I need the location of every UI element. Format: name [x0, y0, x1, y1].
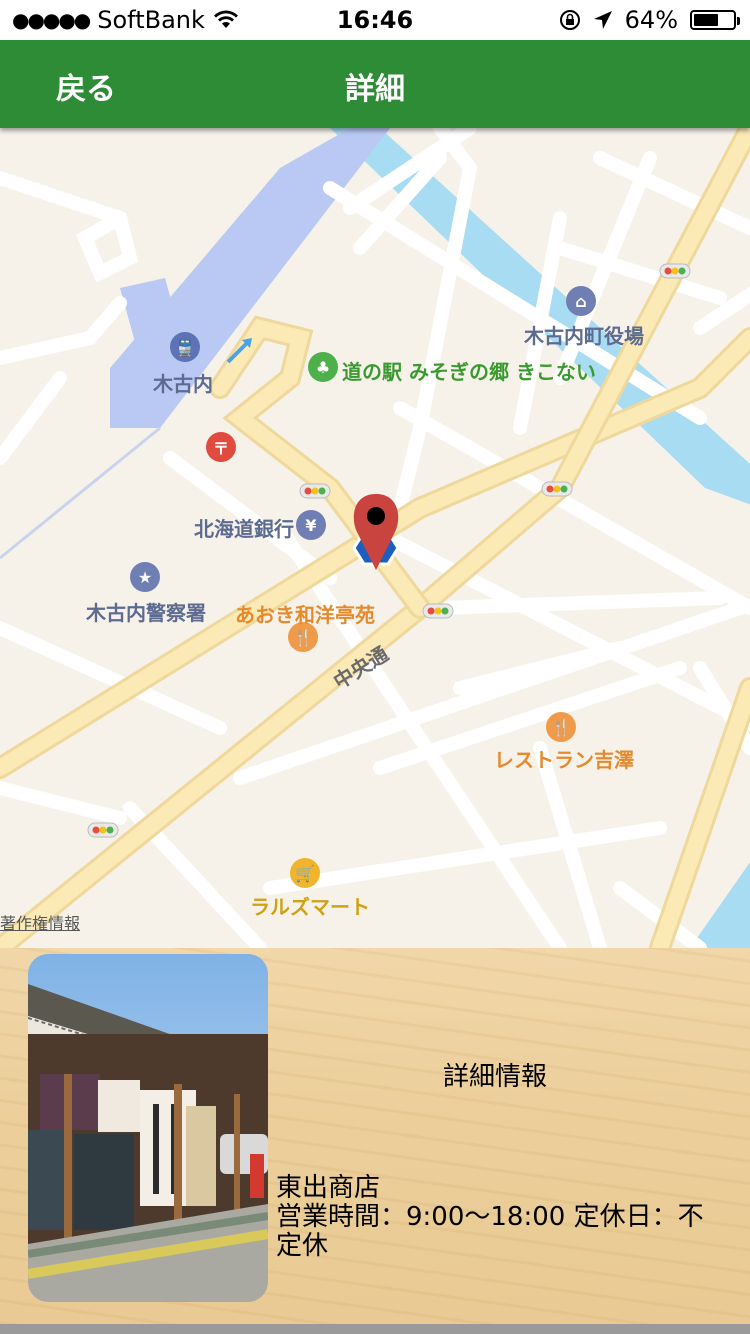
- nav-title: 詳細: [345, 72, 405, 107]
- location-arrow-icon: [593, 11, 612, 29]
- shop-name: 東出商店: [276, 1173, 381, 1203]
- restaurant2-label: レストラン吉澤: [494, 748, 634, 772]
- shop-info: 東出商店 営業時間：9:00〜18:00 定休日：不定休: [276, 1174, 716, 1261]
- station-label: 木古内: [153, 372, 213, 396]
- rotation-lock-icon: [559, 10, 580, 30]
- status-bar: ●●●●● SoftBank 16:46 64%: [0, 0, 750, 40]
- mart-label: ラルズマート: [250, 895, 370, 919]
- bank-icon: ¥: [296, 510, 326, 540]
- town-office-label: 木古内町役場: [524, 324, 644, 348]
- police-icon: ★: [130, 562, 160, 592]
- town-hall-icon: ⌂: [566, 286, 596, 316]
- bottom-edge: [0, 1324, 750, 1334]
- roadside-station-icon: ♣: [308, 352, 338, 382]
- navigation-bar: 戻る 詳細: [0, 40, 750, 128]
- restaurant-icon: 🍴: [546, 712, 576, 742]
- post-office-icon: 〒: [206, 432, 236, 462]
- bank-label: 北海道銀行: [194, 517, 294, 541]
- business-hours: 営業時間：9:00〜18:00 定休日：不定休: [276, 1202, 704, 1261]
- police-label: 木古内警察署: [86, 601, 206, 625]
- detail-panel: 詳細情報 東出商店 営業時間：9:00〜18:00 定休日：不定休: [0, 948, 750, 1324]
- michinoeki-label: 道の駅 みそぎの郷 きこない: [342, 360, 596, 384]
- shop-photo: [28, 954, 268, 1302]
- train-station-icon: 🚆: [170, 332, 200, 362]
- map-credits-link[interactable]: 著作権情報: [0, 910, 80, 934]
- map-view[interactable]: 🚆 ♣ ⌂ 〒 ¥ ★ 🍴 🍴 🛒 木古内 道の駅 みそぎの郷 きこない 木古内…: [0, 128, 750, 948]
- shopping-cart-icon: 🛒: [290, 858, 320, 888]
- battery-icon: [690, 10, 740, 30]
- section-title: 詳細情報: [442, 1062, 547, 1092]
- map-canvas: [0, 128, 750, 948]
- restaurant1-label: あおき和洋亭苑: [235, 603, 375, 627]
- battery-percent: 64%: [624, 6, 678, 34]
